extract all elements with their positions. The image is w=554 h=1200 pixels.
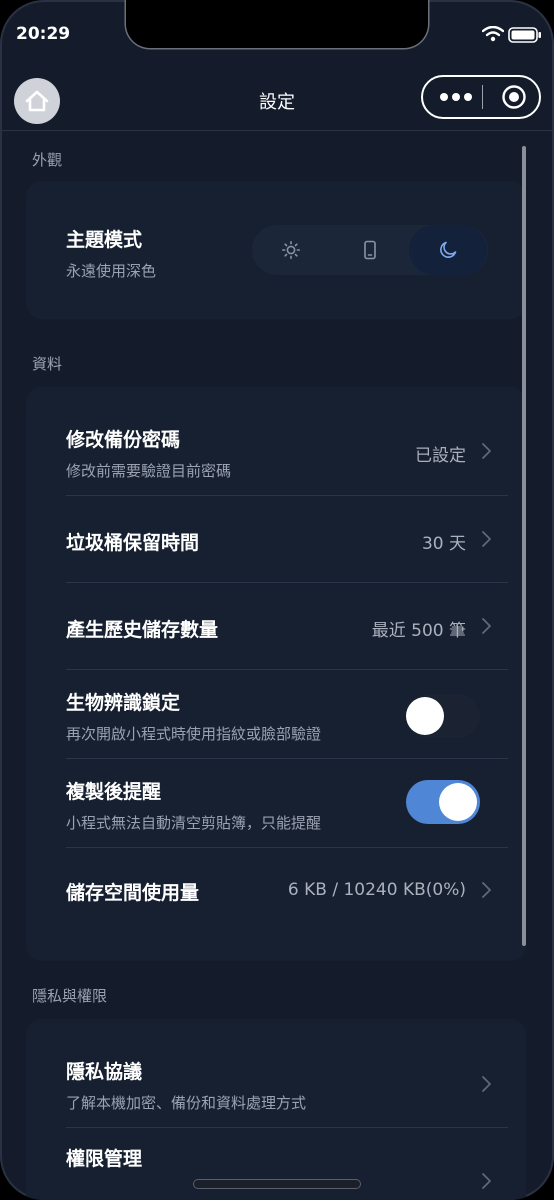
row-privacy-policy[interactable]: 隱私協議 了解本機加密、備份和資料處理方式	[26, 1019, 526, 1127]
dot-icon	[452, 93, 460, 101]
biometric-lock-title: 生物辨識鎖定	[66, 692, 181, 714]
backup-password-subtitle: 修改前需要驗證目前密碼	[66, 462, 232, 480]
phone-screen: 20:29 設定 外觀 主題模式 永遠使用深色 資料 修改備份密碼 修改前需要驗…	[0, 0, 554, 1200]
trash-retention-title: 垃圾桶保留時間	[66, 532, 200, 554]
theme-mode-selector	[252, 225, 488, 275]
row-backup-password[interactable]: 修改備份密碼 修改前需要驗證目前密碼 已設定	[26, 387, 526, 495]
row-permissions[interactable]: 權限管理	[26, 1128, 526, 1200]
row-trash-retention[interactable]: 垃圾桶保留時間 30 天	[26, 496, 526, 582]
row-storage-usage[interactable]: 儲存空間使用量 6 KB / 10240 KB(0%)	[26, 848, 526, 938]
appearance-card: 主題模式 永遠使用深色	[26, 181, 526, 319]
chevron-right-icon	[482, 1076, 491, 1092]
theme-option-light[interactable]	[252, 225, 330, 275]
dot-icon	[464, 93, 472, 101]
moon-icon	[440, 241, 457, 258]
theme-mode-title: 主題模式	[66, 229, 143, 251]
storage-usage-title: 儲存空間使用量	[66, 882, 200, 904]
trash-retention-value: 30 天	[421, 534, 466, 554]
phone-icon	[364, 240, 376, 260]
chevron-right-icon	[482, 1173, 491, 1189]
battery-icon	[508, 27, 541, 43]
biometric-lock-subtitle: 再次開啟小程式時使用指紋或臉部驗證	[66, 725, 322, 743]
close-target-icon[interactable]	[501, 84, 527, 110]
chevron-right-icon	[482, 882, 491, 898]
row-biometric-lock: 生物辨識鎖定 再次開啟小程式時使用指紋或臉部驗證	[26, 670, 526, 758]
copy-reminder-title: 複製後提醒	[66, 781, 162, 803]
status-bar: 20:29	[0, 0, 554, 68]
row-copy-reminder: 複製後提醒 小程式無法自動清空剪貼簿，只能提醒	[26, 759, 526, 847]
home-indicator[interactable]	[194, 1180, 360, 1188]
theme-mode-subtitle: 永遠使用深色	[66, 262, 157, 280]
section-label-privacy: 隱私與權限	[32, 987, 108, 1005]
backup-password-value: 已設定	[415, 446, 466, 466]
privacy-policy-title: 隱私協議	[66, 1061, 143, 1083]
navigation-bar: 設定	[0, 68, 554, 131]
capsule-divider	[482, 85, 483, 109]
more-button[interactable]	[431, 77, 481, 117]
chevron-right-icon	[482, 531, 491, 547]
toggle-knob	[439, 783, 477, 821]
chevron-right-icon	[482, 443, 491, 459]
backup-password-title: 修改備份密碼	[66, 429, 181, 451]
chevron-right-icon	[482, 618, 491, 634]
status-time: 20:29	[16, 24, 71, 44]
biometric-lock-toggle[interactable]	[406, 694, 480, 738]
privacy-policy-subtitle: 了解本機加密、備份和資料處理方式	[66, 1094, 307, 1112]
section-label-data: 資料	[32, 355, 63, 373]
data-card: 修改備份密碼 修改前需要驗證目前密碼 已設定 垃圾桶保留時間 30 天 產生歷史…	[26, 387, 526, 961]
copy-reminder-toggle[interactable]	[406, 780, 480, 824]
mini-program-capsule	[421, 75, 541, 119]
wifi-icon	[482, 26, 504, 42]
row-history-count[interactable]: 產生歷史儲存數量 最近 500 筆	[26, 583, 526, 669]
settings-content: 外觀 主題模式 永遠使用深色 資料 修改備份密碼 修改前需要驗證目前密碼 已設定…	[0, 131, 554, 1200]
sun-icon	[282, 241, 300, 259]
storage-usage-value: 6 KB / 10240 KB(0%)	[287, 880, 466, 900]
privacy-card: 隱私協議 了解本機加密、備份和資料處理方式 權限管理	[26, 1019, 526, 1200]
theme-option-system[interactable]	[331, 225, 409, 275]
history-count-value: 最近 500 筆	[371, 621, 466, 641]
copy-reminder-subtitle: 小程式無法自動清空剪貼簿，只能提醒	[66, 814, 322, 832]
notch	[126, 0, 428, 48]
theme-option-dark[interactable]	[409, 225, 487, 275]
dot-icon	[440, 93, 448, 101]
permissions-title: 權限管理	[66, 1148, 143, 1170]
section-label-appearance: 外觀	[32, 151, 63, 169]
history-count-title: 產生歷史儲存數量	[66, 619, 219, 641]
toggle-knob	[406, 697, 444, 735]
scrollbar[interactable]	[522, 146, 526, 946]
